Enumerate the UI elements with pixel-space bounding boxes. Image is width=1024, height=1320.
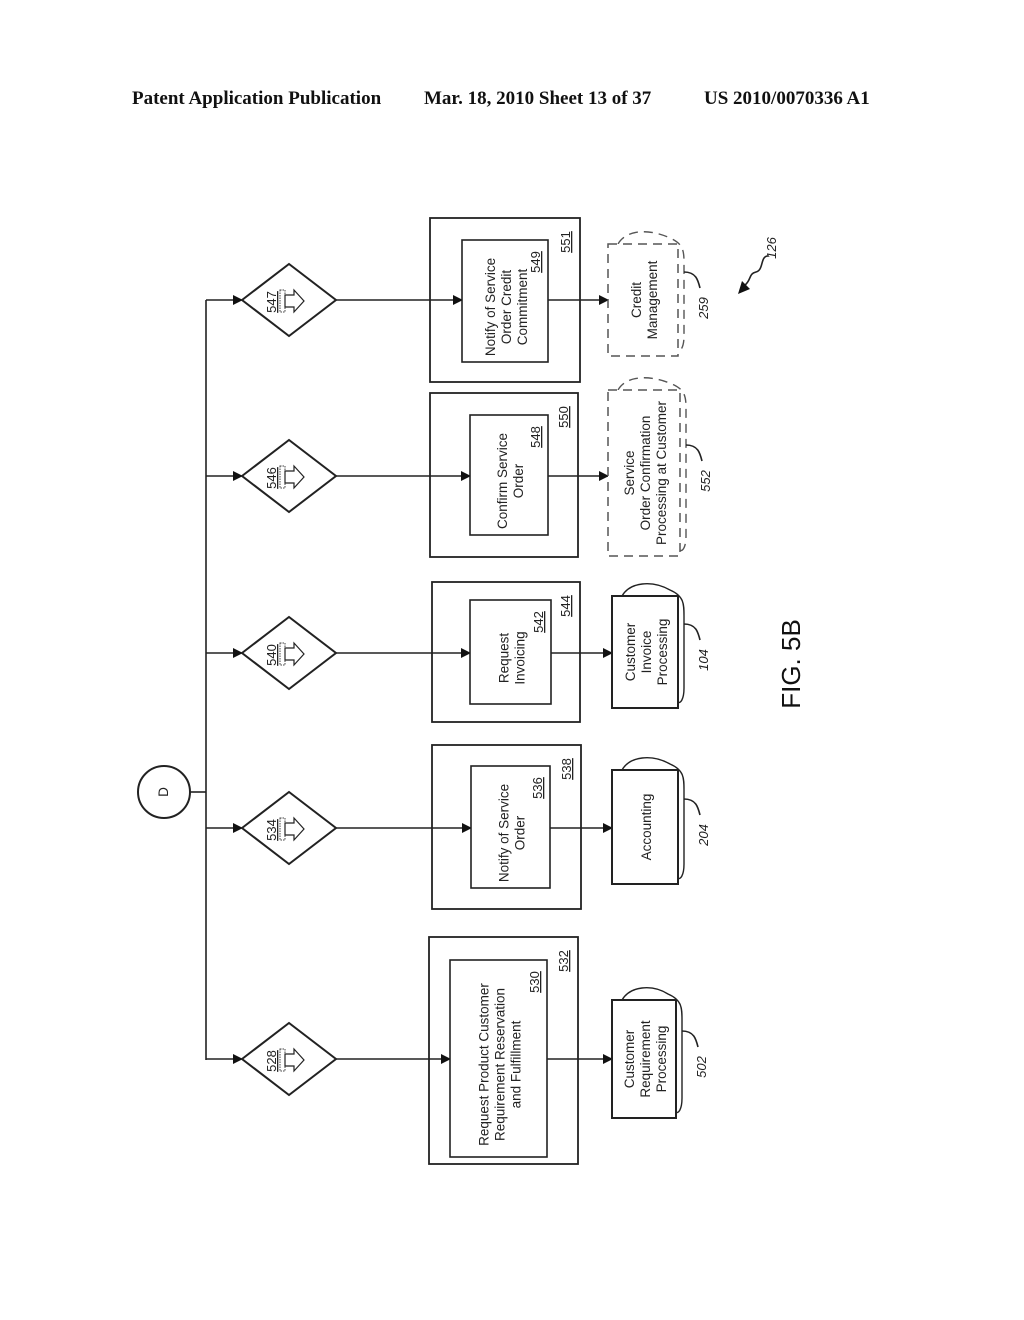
external-process-ref: 552 bbox=[698, 469, 713, 491]
gateway-ref: 540 bbox=[264, 644, 279, 666]
process-label: and Fulfillment bbox=[509, 1020, 524, 1108]
icon-bar bbox=[279, 817, 286, 841]
flow-diagram: D 547551549Notify of Service Order Credit… bbox=[137, 217, 806, 1165]
process-label: Request bbox=[497, 633, 512, 684]
gateway-ref: 547 bbox=[264, 291, 279, 313]
external-process-label: Requirement bbox=[638, 1020, 653, 1098]
process-label: Commitment bbox=[515, 268, 530, 345]
outer-box-ref: 551 bbox=[558, 231, 573, 253]
reference-leader bbox=[683, 798, 701, 816]
figure-label: FIG. 5B bbox=[776, 619, 806, 709]
process-row: 547 551 549 Notify of Service Order Credit Co… bbox=[206, 217, 711, 383]
process-box-ref: 530 bbox=[527, 971, 542, 993]
external-process-label: Accounting bbox=[639, 794, 654, 861]
external-process-ref: 204 bbox=[696, 824, 711, 847]
process-box-ref: 536 bbox=[530, 777, 545, 799]
gateway-ref: 528 bbox=[264, 1050, 279, 1072]
reference-leader bbox=[681, 1030, 699, 1048]
outer-box-ref: 538 bbox=[559, 758, 574, 780]
process-label: Request Product Customer bbox=[477, 983, 492, 1146]
external-process-label: Processing bbox=[655, 619, 670, 686]
process-row: 546 550 548 Confirm Service Order Service Orde… bbox=[206, 377, 713, 558]
process-label: Notify of Service bbox=[497, 784, 512, 882]
process-box-ref: 542 bbox=[531, 611, 546, 633]
gateway-ref: 534 bbox=[264, 819, 279, 841]
external-process-label: Management bbox=[645, 260, 660, 339]
connector-label: D bbox=[156, 787, 171, 797]
external-process-label: Customer bbox=[623, 622, 638, 681]
reference-leader bbox=[683, 623, 701, 641]
external-process-label: Credit bbox=[629, 282, 644, 318]
process-label: Invoicing bbox=[513, 631, 528, 684]
reference-leader bbox=[685, 444, 703, 462]
icon-bar bbox=[279, 1048, 286, 1072]
process-row: 534 538 536 Notify of Service Order Accountin… bbox=[206, 744, 711, 910]
icon-bar bbox=[279, 642, 286, 666]
external-process-label: Service bbox=[622, 450, 637, 495]
external-process-label: Customer bbox=[622, 1029, 637, 1088]
reference-126: 126 bbox=[738, 236, 779, 294]
reference-number: 126 bbox=[764, 236, 779, 258]
external-process-ref: 259 bbox=[696, 297, 711, 320]
external-process-ref: 104 bbox=[696, 649, 711, 671]
process-label: Order bbox=[513, 815, 528, 850]
reference-leader bbox=[683, 271, 701, 289]
process-label: Order Credit bbox=[499, 270, 514, 345]
outer-box-ref: 544 bbox=[558, 595, 573, 617]
outer-box-ref: 532 bbox=[556, 950, 571, 972]
process-row: 528532530Request Product Customer Require… bbox=[206, 936, 709, 1165]
process-row: 540 544 542 Request Invoicing Customer Invoice… bbox=[206, 581, 711, 723]
gateway-ref: 546 bbox=[264, 467, 279, 489]
process-label: Notify of Service bbox=[483, 258, 498, 356]
icon-bar bbox=[279, 289, 286, 313]
icon-bar bbox=[279, 465, 286, 489]
process-label: Confirm Service bbox=[495, 433, 510, 529]
process-label: Order bbox=[511, 463, 526, 498]
process-box-ref: 549 bbox=[528, 251, 543, 273]
external-process-label: Invoice bbox=[639, 631, 654, 674]
external-process-label: Processing bbox=[654, 1026, 669, 1093]
outer-box-ref: 550 bbox=[556, 406, 571, 428]
external-process-label: Processing at Customer bbox=[654, 400, 669, 545]
process-label: Requirement Reservation bbox=[493, 988, 508, 1141]
external-process-ref: 502 bbox=[694, 1055, 709, 1077]
external-process-label: Order Confirmation bbox=[638, 416, 653, 531]
process-box-ref: 548 bbox=[528, 426, 543, 448]
